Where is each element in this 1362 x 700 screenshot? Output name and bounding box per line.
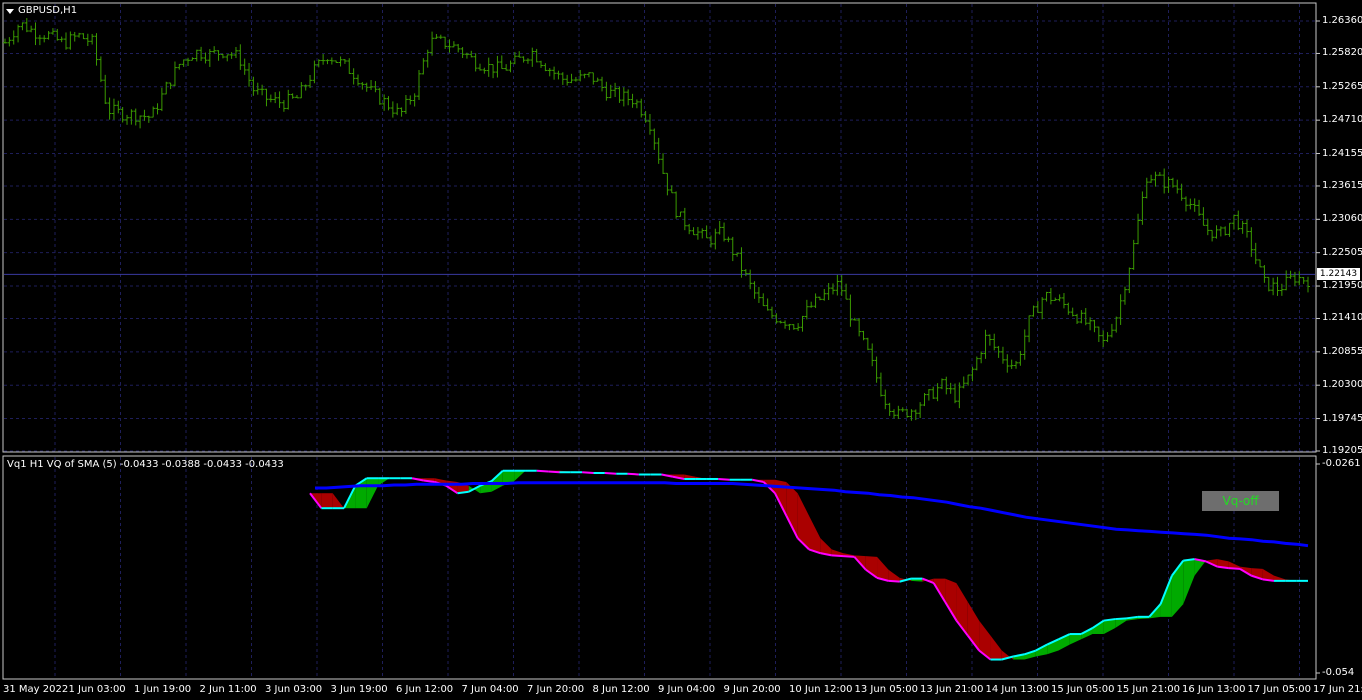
vq-line-down [582, 471, 594, 474]
time-axis-label: 2 Jun 11:00 [199, 684, 257, 695]
vq-bear-band [945, 578, 957, 621]
vq-line-down [842, 555, 855, 558]
indicator-axis-label-bottom: -0.054 [1322, 667, 1355, 678]
time-axis-label: 7 Jun 04:00 [461, 684, 519, 695]
time-axis-label: 1 Jun 03:00 [68, 684, 126, 695]
time-axis-label: 3 Jun 03:00 [265, 684, 323, 695]
vq-bull-band [366, 478, 379, 509]
price-axis-label: 1.24155 [1322, 147, 1362, 159]
vq-line-down [888, 579, 900, 583]
time-axis-label: 10 Jun 12:00 [789, 684, 853, 695]
current-price-tag: 1.22143 [1317, 268, 1360, 281]
time-axis-label: 17 Jun 05:00 [1247, 684, 1312, 695]
price-axis-label: 1.21950 [1322, 280, 1362, 292]
price-axis-label: 1.22505 [1322, 246, 1362, 258]
time-axis-label: 14 Jun 13:00 [985, 684, 1050, 695]
time-axis-label: 9 Jun 20:00 [723, 684, 781, 695]
time-axis-label: 7 Jun 20:00 [527, 684, 585, 695]
price-axis-label: 1.23060 [1322, 213, 1362, 225]
time-axis-label: 8 Jun 12:00 [592, 684, 650, 695]
vq-bear-band [979, 620, 991, 660]
vq-bear-band [321, 493, 333, 509]
price-axis-label: 1.21410 [1322, 312, 1362, 324]
vq-bull-band [1069, 634, 1082, 645]
time-axis-label: 16 Jun 13:00 [1182, 684, 1246, 695]
vq-bull-band [491, 470, 503, 492]
time-axis-label: 15 Jun 21:00 [1116, 684, 1181, 695]
price-axis-label: 1.19745 [1322, 412, 1362, 424]
vq-line-down [536, 469, 549, 473]
time-axis-label: 13 Jun 21:00 [920, 684, 984, 695]
vq-bear-band [332, 493, 345, 509]
main-panel-frame [2, 2, 1317, 453]
trading-chart-window[interactable]: GBPUSD,H1 Vq1 H1 VQ of SMA (5) -0.0433 -… [0, 0, 1362, 700]
chart-canvas[interactable] [0, 0, 1362, 700]
price-axis-label: 1.23615 [1322, 179, 1362, 191]
vq-line-down [831, 554, 844, 558]
price-axis-label: 1.25265 [1322, 80, 1362, 92]
vq-toggle-button[interactable]: Vq-off [1202, 491, 1279, 511]
price-axis-label: 1.26360 [1322, 15, 1362, 26]
time-axis-label: 15 Jun 05:00 [1051, 684, 1115, 695]
vq-line-down [627, 472, 639, 476]
time-axis-label: 9 Jun 04:00 [658, 684, 716, 695]
indicator-axis-label-top: -0.0261 [1322, 458, 1361, 469]
price-axis-label: 1.19205 [1322, 445, 1362, 456]
price-axis-label: 1.24710 [1322, 114, 1362, 126]
indicator-title: Vq1 H1 VQ of SMA (5) -0.0433 -0.0388 -0.… [7, 459, 284, 470]
vq-line-down [548, 470, 560, 474]
vq-line-up [1115, 617, 1127, 621]
time-axis-label: 6 Jun 12:00 [396, 684, 454, 695]
vq-bear-band [888, 569, 900, 582]
indicator-panel-frame [2, 455, 1317, 680]
vq-bear-band [786, 481, 798, 539]
chart-symbol-label: GBPUSD,H1 [18, 5, 78, 16]
vq-bear-band [809, 515, 821, 554]
time-axis-label: 13 Jun 05:00 [854, 684, 919, 695]
price-axis-label: 1.25820 [1322, 47, 1362, 59]
time-axis-label: 3 Jun 19:00 [330, 684, 388, 695]
chart-menu-arrow-icon[interactable] [6, 9, 14, 14]
price-axis-label: 1.20300 [1322, 379, 1362, 391]
vq-bull-band [514, 470, 526, 482]
time-axis-label: 17 Jun 21:00 [1313, 684, 1362, 695]
vq-bear-band [877, 556, 889, 581]
time-axis-label: 31 May 2022 [3, 684, 69, 695]
vq-line-down [718, 477, 730, 481]
vq-line-down [1228, 567, 1241, 570]
time-axis-label: 1 Jun 19:00 [134, 684, 192, 695]
price-axis-label: 1.20855 [1322, 345, 1362, 357]
vq-line-down [604, 471, 617, 475]
vq-bear-band [990, 635, 1002, 660]
vq-bull-band [1183, 559, 1195, 605]
